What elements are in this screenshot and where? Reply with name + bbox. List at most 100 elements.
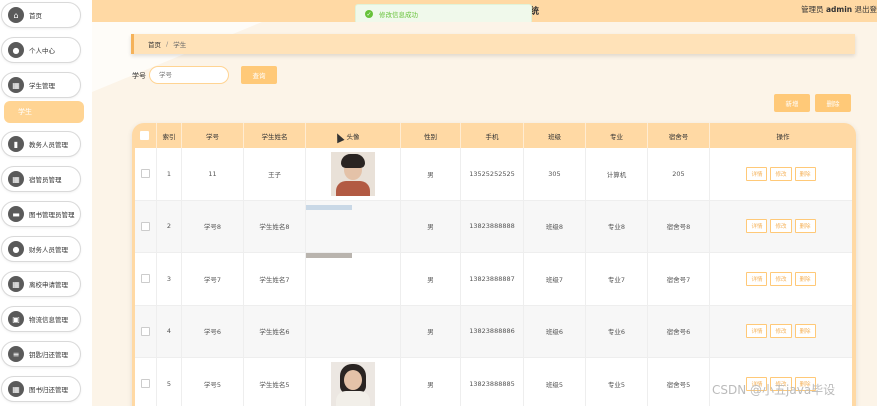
header-name: 学生姓名 [244,123,306,148]
cell-phone: 13525252525 [461,148,524,200]
logout-link[interactable]: 退出登 [855,5,877,14]
edit-button[interactable]: 修改 [770,271,792,286]
sidebar-item-book-return[interactable]: ▦ 图书归还管理 [1,376,81,402]
detail-button[interactable]: 详情 [746,219,768,234]
avatar-image-fragment [306,253,352,258]
cell-name: 王子 [244,148,306,200]
cell-index: 1 [157,148,182,200]
sidebar-item-label: 图书归还管理 [29,386,68,394]
sidebar-item-label: 首页 [29,12,42,20]
header-avatar: 头像 [306,123,401,148]
sidebar-item-students[interactable]: ▦ 学生管理 [1,72,81,98]
table-row: 1 11 王子 男 13525252525 305 计算机 205 详情 修改 … [135,148,852,201]
cell-index: 3 [157,253,182,305]
sidebar-item-home[interactable]: ⌂ 首页 [1,2,81,28]
cell-major: 专业6 [586,305,648,357]
row-delete-button[interactable]: 删除 [794,219,816,234]
student-table: 索引 学号 学生姓名 头像 性别 手机 班级 专业 宿舍号 操作 1 11 王子 [132,123,856,406]
sidebar-item-academic-staff[interactable]: ▮ 教务人员管理 [1,131,81,157]
row-delete-button[interactable]: 删除 [794,271,816,286]
sidebar: ⌂ 首页 ● 个人中心 ▦ 学生管理 学生 ▮ 教务人员管理 ▦ 宿管员管理 ▬… [0,0,92,406]
card-icon: ▬ [8,206,24,222]
cell-index: 4 [157,305,182,357]
sidebar-item-label: 教务人员管理 [29,141,68,149]
cell-gender: 男 [401,253,461,305]
cell-avatar [306,358,401,406]
cell-phone: 13823888885 [461,358,524,406]
cell-index: 5 [157,358,182,406]
sidebar-item-label: 财务人员管理 [29,246,68,254]
table-row: 4 学号6 学生姓名6 男 13823888886 班级6 专业6 宿舍号6 详… [135,305,852,358]
detail-button[interactable]: 详情 [746,271,768,286]
sidebar-item-leave-applications[interactable]: ▦ 离校申请管理 [1,271,81,297]
sidebar-item-dorm-managers[interactable]: ▦ 宿管员管理 [1,166,81,192]
cell-dorm: 205 [648,148,710,200]
sidebar-item-label: 宿管员管理 [29,176,62,184]
sidebar-item-logistics[interactable]: ▣ 物流信息管理 [1,306,81,332]
cell-gender: 男 [401,305,461,357]
cell-dorm: 宿舍号6 [648,305,710,357]
sidebar-subitem-student[interactable]: 学生 [4,101,84,123]
search-input[interactable] [149,66,229,84]
header-dorm: 宿舍号 [648,123,710,148]
user-icon: ● [8,241,24,257]
cell-student-no: 学号6 [182,305,244,357]
row-checkbox[interactable] [135,148,157,200]
edit-button[interactable]: 修改 [770,219,792,234]
cell-name: 学生姓名7 [244,253,306,305]
add-button[interactable]: 新增 [774,94,810,112]
header-phone: 手机 [461,123,524,148]
toast-message: 修改信息成功 [379,11,418,19]
edit-button[interactable]: 修改 [770,324,792,339]
grid-icon: ▦ [8,77,24,93]
table-header: 索引 学号 学生姓名 头像 性别 手机 班级 专业 宿舍号 操作 [132,123,856,148]
sidebar-item-librarians[interactable]: ▬ 图书管理员管理 [1,201,81,227]
cell-class: 班级5 [524,358,586,406]
row-delete-button[interactable]: 删除 [794,166,816,181]
cell-phone: 13823888887 [461,253,524,305]
row-checkbox[interactable] [135,358,157,406]
admin-info: 管理员 admin 退出登 [801,4,877,15]
cell-avatar [306,305,401,357]
avatar-hair [341,153,365,168]
table-body: 1 11 王子 男 13525252525 305 计算机 205 详情 修改 … [135,148,852,406]
row-delete-button[interactable]: 删除 [794,324,816,339]
sidebar-item-finance-staff[interactable]: ● 财务人员管理 [1,236,81,262]
avatar-body [336,390,370,406]
home-icon: ⌂ [8,7,24,23]
row-checkbox[interactable] [135,253,157,305]
grid-icon: ▦ [8,171,24,187]
cell-major: 专业7 [586,253,648,305]
cell-class: 班级7 [524,253,586,305]
sidebar-item-key-return[interactable]: ≡ 钥匙归还管理 [1,341,81,367]
cell-major: 专业8 [586,200,648,252]
sidebar-item-label: 物流信息管理 [29,316,68,324]
cell-avatar [306,148,401,200]
cell-phone: 13823888886 [461,305,524,357]
edit-button[interactable]: 修改 [770,166,792,181]
avatar-face [344,369,362,390]
header-actions: 操作 [776,132,790,141]
cell-index: 2 [157,200,182,252]
row-checkbox[interactable] [135,305,157,357]
header-class: 班级 [524,123,586,148]
table-row: 2 学号8 学生姓名8 男 13823888888 班级8 专业8 宿舍号8 详… [135,200,852,253]
cell-major: 计算机 [586,148,648,200]
breadcrumb-home[interactable]: 首页 [148,39,161,49]
delete-button[interactable]: 删除 [815,94,851,112]
cell-dorm: 宿舍号8 [648,200,710,252]
sidebar-item-label: 学生管理 [29,82,55,90]
select-all-checkbox[interactable] [132,123,157,148]
check-circle-icon: ✓ [365,10,373,18]
sidebar-item-profile[interactable]: ● 个人中心 [1,37,81,63]
cell-student-no: 学号7 [182,253,244,305]
truck-icon: ▣ [8,311,24,327]
row-checkbox[interactable] [135,200,157,252]
detail-button[interactable]: 详情 [746,324,768,339]
cell-actions: 详情 修改 删除 [710,201,852,253]
cell-gender: 男 [401,358,461,406]
table-row: 3 学号7 学生姓名7 男 13823888887 班级7 专业7 宿舍号7 详… [135,253,852,306]
cell-gender: 男 [401,148,461,200]
search-button[interactable]: 查询 [241,66,277,84]
detail-button[interactable]: 详情 [746,166,768,181]
